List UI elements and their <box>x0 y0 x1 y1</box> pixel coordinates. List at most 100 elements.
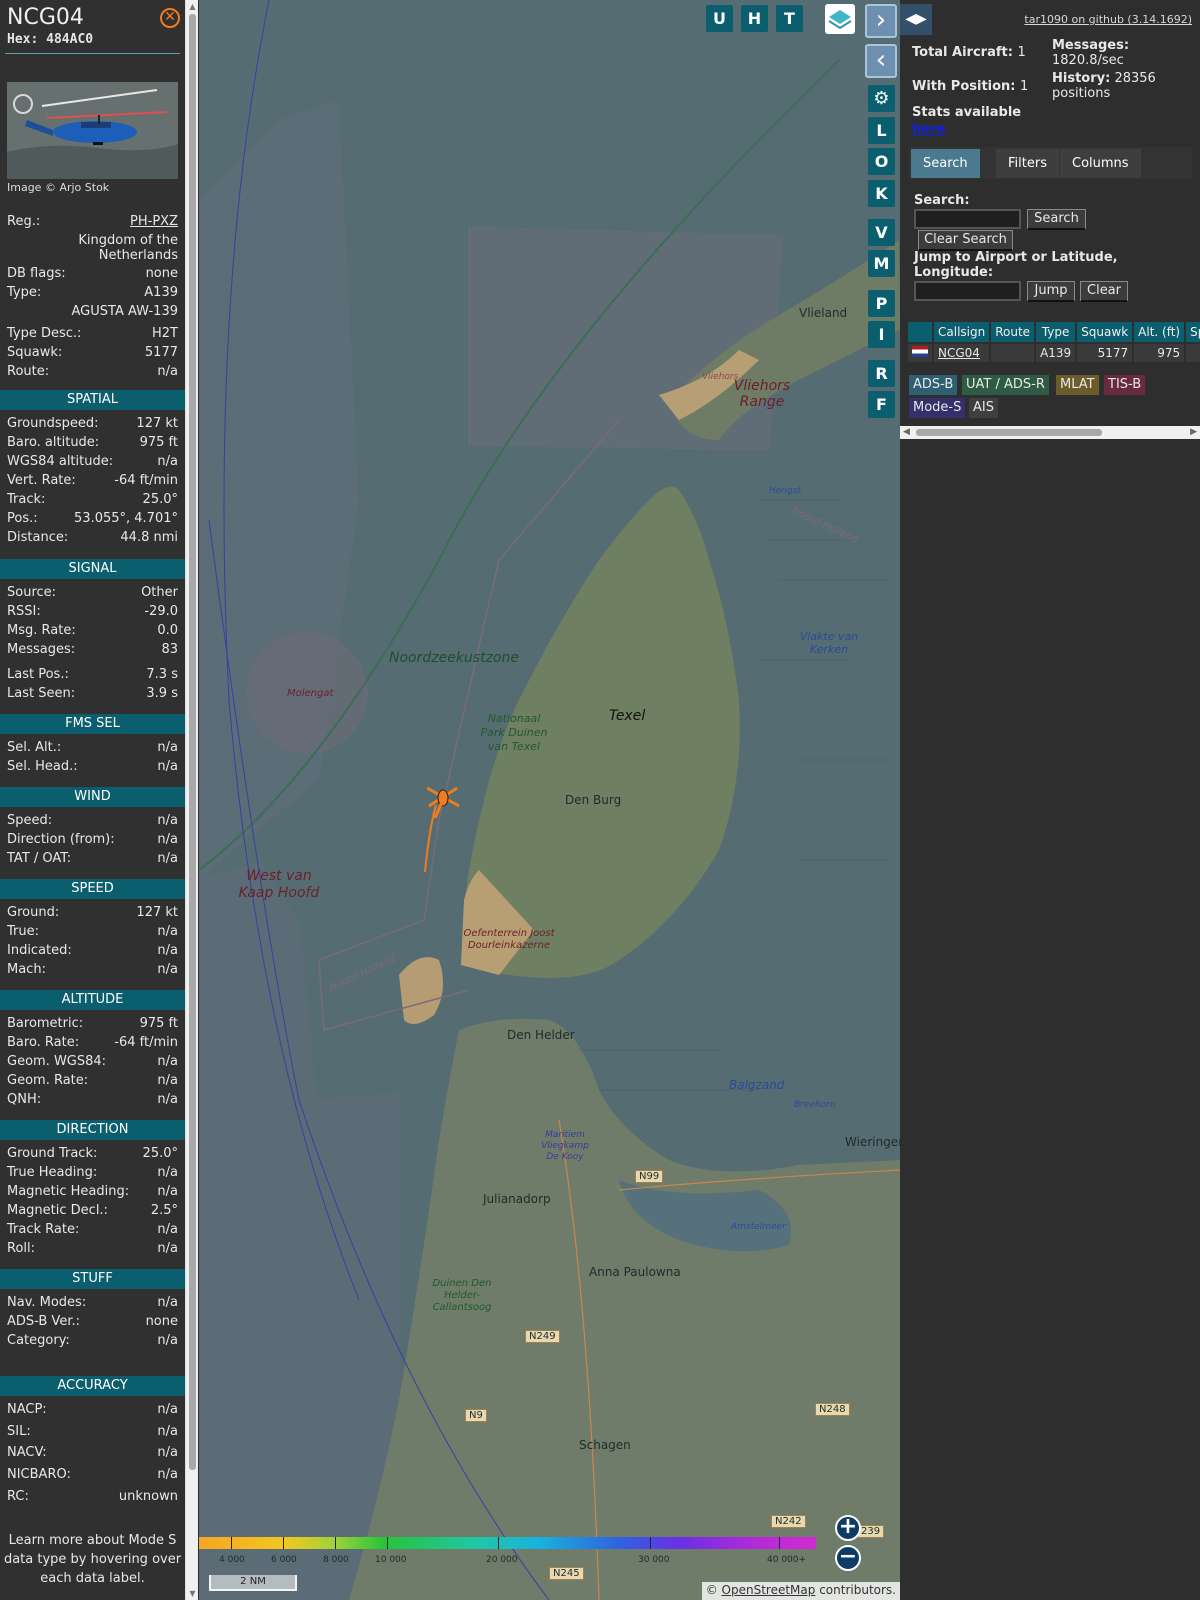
accuracy-row-1-value: n/a <box>157 1424 178 1439</box>
direction-row-4-value: n/a <box>157 1222 178 1237</box>
info-reg-value[interactable]: PH-PXZ <box>130 214 178 229</box>
spatial-row-2: WGS84 altitude: n/a <box>7 454 178 472</box>
source-badge[interactable]: Mode-S <box>909 398 966 418</box>
scroll-up-icon[interactable]: ▲ <box>188 2 197 11</box>
search-button[interactable]: Search <box>1027 209 1086 230</box>
map-view[interactable]: Vlieland Vliehors Range Vliehors Hengst … <box>199 0 900 1600</box>
source-badge[interactable]: ADS-B <box>909 375 958 395</box>
source-badge[interactable]: AIS <box>969 398 998 418</box>
aircraft-hex: Hex: 484AC0 <box>7 32 93 47</box>
map-label-den-burg: Den Burg <box>565 793 622 807</box>
zoom-in-icon[interactable]: + <box>835 1515 861 1541</box>
github-link[interactable]: tar1090 on github (3.14.1692) <box>1024 13 1192 26</box>
layers-icon[interactable] <box>825 4 855 34</box>
map-button-l[interactable]: L <box>868 117 895 144</box>
fms-row-0-value: n/a <box>157 740 178 755</box>
signal-row-5-value: 3.9 s <box>146 686 178 701</box>
toggle-sidebar-icon[interactable]: ◀▶ <box>900 4 932 35</box>
tab-filters[interactable]: Filters <box>996 149 1059 178</box>
direction-row-3: Magnetic Decl.: 2.5° <box>7 1203 178 1221</box>
close-icon[interactable]: ✕ <box>160 8 180 28</box>
table-cell[interactable]: NCG04 <box>934 344 990 362</box>
info-squawk-label: Squawk: <box>7 345 63 360</box>
info-squawk: Squawk: 5177 <box>7 345 178 363</box>
tab-search[interactable]: Search <box>911 149 980 178</box>
map-button-i[interactable]: I <box>868 321 895 348</box>
aircraft-photo[interactable] <box>7 82 178 179</box>
map-button-h[interactable]: H <box>741 5 768 32</box>
column-header[interactable] <box>908 322 932 342</box>
map-button-m[interactable]: M <box>868 250 895 277</box>
table-horizontal-scrollbar[interactable]: ◀ ▶ <box>900 426 1200 439</box>
altitude-row-1-value: -64 ft/min <box>114 1035 178 1050</box>
info-squawk-value: 5177 <box>144 345 178 360</box>
column-header[interactable]: Type <box>1036 322 1076 342</box>
info-country-value: Kingdom of the Netherlands <box>78 233 178 263</box>
aircraft-info-panel: NCG04 Hex: 484AC0 ✕ Image © Arjo Stok Le… <box>0 0 185 1600</box>
settings-gear-icon[interactable]: ⚙ <box>868 85 895 112</box>
left-panel-scrollbar[interactable]: ▲ ▼ <box>185 0 198 1600</box>
altitude-row-2-value: n/a <box>157 1054 178 1069</box>
source-badge[interactable]: TIS-B <box>1104 375 1146 395</box>
map-button-k[interactable]: K <box>868 180 895 207</box>
map-label-n9: N9 <box>465 1409 487 1422</box>
info-country: Kingdom of the Netherlands <box>7 233 178 263</box>
clear-button[interactable]: Clear <box>1080 281 1128 302</box>
osm-link[interactable]: OpenStreetMap <box>722 1583 816 1597</box>
wind-row-2: TAT / OAT: n/a <box>7 851 178 869</box>
stats-link[interactable]: here <box>912 122 945 137</box>
map-label-schagen: Schagen <box>579 1438 631 1452</box>
column-header[interactable]: Spd. <box>1186 322 1200 342</box>
scroll-down-icon[interactable]: ▼ <box>188 1589 197 1598</box>
column-header[interactable]: Squawk <box>1077 322 1133 342</box>
jump-input[interactable] <box>914 281 1021 301</box>
accuracy-row-2-label: NACV: <box>7 1445 47 1460</box>
zoom-out-icon[interactable]: − <box>835 1545 861 1571</box>
wind-row-0-label: Speed: <box>7 813 53 828</box>
collapse-left-icon[interactable]: ‹ <box>865 44 897 78</box>
map-label-molengat: Molengat <box>287 688 334 699</box>
signal-row-4-label: Last Pos.: <box>7 667 69 682</box>
column-header[interactable]: Alt. (ft) <box>1134 322 1185 342</box>
map-button-v[interactable]: V <box>868 219 895 246</box>
clear-search-button[interactable]: Clear Search <box>918 230 1013 251</box>
map-button-f[interactable]: F <box>868 391 895 418</box>
stuff-row-2-value: n/a <box>157 1333 178 1348</box>
spatial-row-1: Baro. altitude: 975 ft <box>7 435 178 453</box>
accuracy-row-0: NACP: n/a <box>7 1402 178 1420</box>
map-label-vliehors-range: Vliehors Range <box>733 378 791 410</box>
table-row[interactable]: NCG04 A139 5177 975 <box>908 344 1200 362</box>
info-type: Type: A139 <box>7 285 178 303</box>
map-button-u[interactable]: U <box>706 5 733 32</box>
source-badge[interactable]: MLAT <box>1056 375 1099 395</box>
map-button-o[interactable]: O <box>868 148 895 175</box>
legend-tick-mark <box>231 1537 232 1549</box>
table-cell: A139 <box>1036 344 1076 362</box>
map-label-n248: N248 <box>815 1403 850 1416</box>
stuff-row-1: ADS-B Ver.: none <box>7 1314 178 1332</box>
source-badge[interactable]: UAT / ADS-R <box>962 375 1049 395</box>
map-label-wieringen: Wieringen <box>845 1135 900 1149</box>
info-reg-label: Reg.: <box>7 214 41 229</box>
stuff-row-2: Category: n/a <box>7 1333 178 1351</box>
column-header[interactable]: Callsign <box>934 322 990 342</box>
column-header[interactable]: Route <box>991 322 1035 342</box>
signal-row-2-value: 0.0 <box>157 623 178 638</box>
info-reg: Reg.: PH-PXZ <box>7 214 178 232</box>
tab-columns[interactable]: Columns <box>1060 149 1141 178</box>
legend-tick-label: 30 000 <box>638 1555 670 1565</box>
learn-more-text: Learn more about Mode S data type by hov… <box>3 1533 182 1586</box>
map-button-t[interactable]: T <box>776 5 803 32</box>
map-button-r[interactable]: R <box>868 360 895 387</box>
aircraft-marker-icon[interactable] <box>425 780 461 820</box>
jump-label: Jump to Airport or Latitude, Longitude: <box>914 250 1118 280</box>
map-label-breehorn: Breehorn <box>794 1100 836 1110</box>
scroll-right-icon: ▶ <box>1190 427 1197 437</box>
accuracy-row-2: NACV: n/a <box>7 1445 178 1463</box>
map-button-p[interactable]: P <box>868 290 895 317</box>
jump-button[interactable]: Jump <box>1027 281 1075 302</box>
expand-right-icon[interactable]: › <box>865 4 897 38</box>
hscroll-thumb[interactable] <box>916 429 1102 436</box>
search-input[interactable] <box>914 209 1021 229</box>
scrollbar-thumb[interactable] <box>189 14 196 1470</box>
